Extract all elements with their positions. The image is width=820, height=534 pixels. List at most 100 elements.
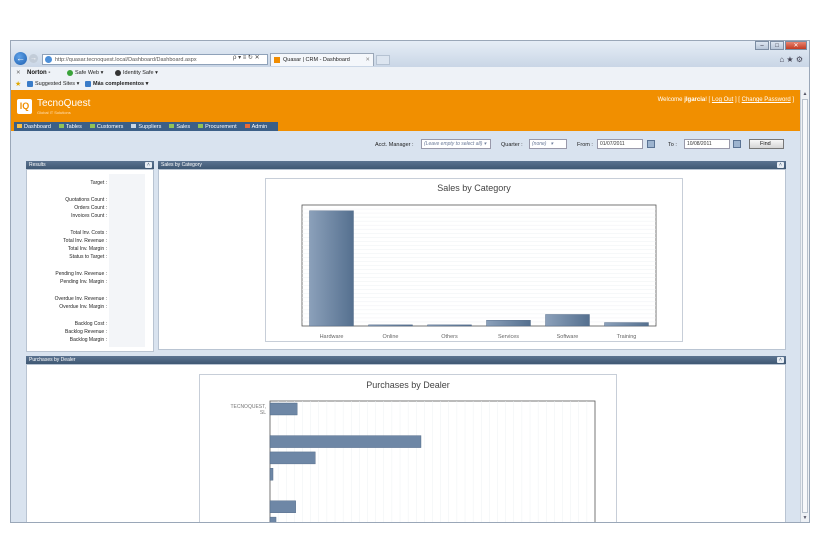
browser-window: ← → http://quasar.tecnoquest.local/Dashb… bbox=[10, 40, 810, 523]
dealer-chart: Purchases by Dealer TECNOQUEST, SL bbox=[199, 374, 617, 522]
results-row-label: Backlog Margin : bbox=[69, 337, 107, 343]
sales-category-label: Hardware bbox=[320, 334, 344, 340]
menu-procurement[interactable]: Procurement bbox=[198, 124, 237, 130]
tecnoquest-logo-mark: IQ bbox=[17, 99, 32, 114]
results-row-label: Pending Inv. Revenue : bbox=[55, 271, 107, 277]
logout-link[interactable]: Log Out bbox=[712, 97, 733, 103]
suppliers-icon bbox=[131, 124, 137, 129]
dealer-panel-title: Purchases by Dealer bbox=[29, 357, 76, 363]
to-label: To : bbox=[668, 142, 677, 148]
menu-dashboard[interactable]: Dashboard bbox=[17, 124, 51, 130]
new-tab-button[interactable] bbox=[376, 55, 390, 65]
username: jlgarcia bbox=[684, 97, 706, 103]
sales-category-label: Others bbox=[441, 334, 458, 340]
sales-category-label: Software bbox=[557, 334, 579, 340]
identity-safe-icon bbox=[115, 69, 121, 76]
back-button[interactable]: ← bbox=[14, 52, 27, 65]
minimize-button[interactable]: – bbox=[755, 41, 769, 50]
results-row-label: Overdue Inv. Margin : bbox=[59, 304, 107, 310]
dashboard-icon bbox=[17, 124, 22, 129]
sales-bar bbox=[604, 322, 649, 327]
sales-collapse-icon[interactable]: ˄ bbox=[777, 162, 784, 168]
safe-web-menu[interactable]: Safe Web ▾ bbox=[67, 67, 103, 79]
dealer-bar bbox=[269, 402, 298, 416]
favorites-star-icon[interactable]: ★ bbox=[15, 79, 21, 90]
menu-sales[interactable]: Sales bbox=[169, 124, 190, 130]
quarter-select[interactable]: (none) ▾ bbox=[529, 139, 567, 149]
welcome-prefix: Welcome bbox=[657, 97, 685, 103]
welcome-area: Welcome jlgarcia! [ Log Out ] [ Change P… bbox=[658, 97, 794, 103]
menu-tables[interactable]: Tables bbox=[58, 123, 82, 130]
app-header: IQ TecnoQuest Global IT Solutions Welcom… bbox=[11, 90, 800, 122]
close-window-button[interactable]: ✕ bbox=[785, 41, 807, 50]
sales-bar bbox=[545, 314, 590, 327]
tables-icon bbox=[58, 124, 64, 129]
find-label: Find bbox=[760, 141, 771, 147]
window-controls: – □ ✕ bbox=[754, 41, 807, 51]
acct-manager-select[interactable]: (Leave empty to select all) ▾ bbox=[421, 139, 491, 149]
from-date-input[interactable]: 01/07/2011 bbox=[597, 139, 643, 149]
tecnoquest-logo-name: TecnoQuest bbox=[37, 98, 91, 109]
results-collapse-icon[interactable]: ˄ bbox=[145, 162, 152, 168]
welcome-end-bracket: ] bbox=[792, 97, 794, 103]
toolbar-close-icon[interactable]: ✕ bbox=[16, 67, 21, 79]
results-panel-header: Results ˄ bbox=[26, 161, 154, 169]
scroll-up-icon[interactable]: ▲ bbox=[802, 91, 808, 97]
address-tools[interactable]: ρ ▾ ≡ ↻ ✕ bbox=[233, 54, 260, 61]
results-row-label: Backlog Cost : bbox=[74, 321, 107, 327]
sales-panel-header: Sales by Category ˄ bbox=[158, 161, 786, 169]
sales-chart-svg: Hardware Online Others Services Software Trai… bbox=[301, 204, 657, 340]
app-menubar: Dashboard Tables Customers Suppliers Sal… bbox=[11, 122, 800, 131]
browser-titlebar: ← → http://quasar.tecnoquest.local/Dashb… bbox=[11, 41, 809, 67]
find-button[interactable]: Find bbox=[749, 139, 784, 149]
scroll-down-icon[interactable]: ▼ bbox=[802, 515, 808, 521]
to-calendar-icon[interactable] bbox=[733, 140, 741, 148]
main-menu: Dashboard Tables Customers Suppliers Sal… bbox=[14, 122, 279, 131]
tab-quasar-dashboard[interactable]: Quasar | CRM - Dashboard ✕ bbox=[270, 53, 374, 66]
results-row-label: Total Inv. Costs : bbox=[70, 230, 107, 236]
ie-page-icon bbox=[45, 56, 52, 63]
sales-bar bbox=[309, 210, 354, 327]
sales-chart: Sales by Category Hardware Online Others Se… bbox=[265, 178, 683, 342]
mas-complementos-label: Más complementos ▾ bbox=[93, 81, 149, 87]
menu-suppliers[interactable]: Suppliers bbox=[131, 124, 161, 130]
tab-title: Quasar | CRM - Dashboard bbox=[283, 57, 350, 63]
norton-menu[interactable]: Norton - bbox=[27, 67, 50, 79]
mas-complementos-link[interactable]: Más complementos ▾ bbox=[85, 79, 148, 90]
results-row-label: Invoices Count : bbox=[71, 213, 107, 219]
results-row-label: Orders Count : bbox=[74, 205, 107, 211]
page-scrollbar[interactable]: ▲ ▼ bbox=[800, 90, 809, 522]
tab-close-icon[interactable]: ✕ bbox=[365, 54, 370, 66]
menu-procurement-label: Procurement bbox=[205, 123, 237, 130]
maximize-button[interactable]: □ bbox=[770, 41, 784, 50]
sales-panel-title: Sales by Category bbox=[161, 162, 202, 168]
sales-bar bbox=[486, 320, 531, 327]
home-favorites-tools-icons[interactable]: ⌂ ★ ⚙ bbox=[779, 55, 803, 64]
results-row-label: Backlog Revenue : bbox=[65, 329, 107, 335]
address-url: http://quasar.tecnoquest.local/Dashboard… bbox=[55, 57, 197, 63]
dealer-bar bbox=[269, 467, 274, 481]
dealer-collapse-icon[interactable]: ˄ bbox=[777, 357, 784, 363]
to-date-input[interactable]: 10/08/2011 bbox=[684, 139, 730, 149]
from-calendar-icon[interactable] bbox=[647, 140, 655, 148]
results-row-label: Total Inv. Revenue : bbox=[63, 238, 107, 244]
change-password-link[interactable]: Change Password bbox=[742, 97, 791, 103]
forward-button[interactable]: → bbox=[29, 54, 38, 63]
identity-safe-menu[interactable]: Identity Safe ▾ bbox=[115, 67, 158, 79]
quarter-label: Quarter : bbox=[501, 142, 523, 148]
addons-icon bbox=[85, 80, 91, 87]
menu-customers[interactable]: Customers bbox=[89, 124, 123, 130]
menu-tables-label: Tables bbox=[65, 123, 82, 130]
menu-admin[interactable]: Admin bbox=[244, 124, 267, 130]
acct-manager-label: Acct. Manager : bbox=[375, 142, 414, 148]
sales-panel: Sales by Category Hardware Online Others Se… bbox=[158, 169, 786, 350]
suggested-sites-link[interactable]: Suggested Sites ▾ bbox=[27, 79, 79, 90]
scrollbar-thumb[interactable] bbox=[802, 99, 808, 513]
results-row-label: Total Inv. Margin : bbox=[67, 246, 107, 252]
results-row-label: Quotations Count : bbox=[65, 197, 107, 203]
dealer-bar bbox=[269, 435, 422, 448]
identity-safe-label: Identity Safe ▾ bbox=[123, 70, 158, 76]
from-label: From : bbox=[577, 142, 593, 148]
acct-manager-value: (Leave empty to select all) bbox=[424, 141, 483, 147]
sales-category-label: Training bbox=[617, 334, 637, 340]
